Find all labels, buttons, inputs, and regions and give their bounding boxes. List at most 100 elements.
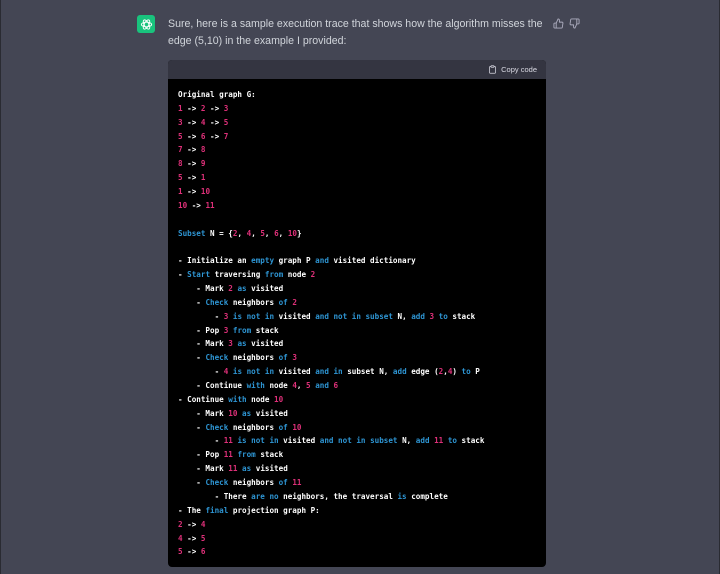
code-token: visited	[278, 436, 320, 446]
code-token: ->	[182, 533, 201, 543]
code-line: - Mark 2 as visited	[178, 282, 536, 296]
copy-code-label: Copy code	[501, 65, 537, 74]
code-token: - The	[178, 505, 206, 515]
code-token: to	[461, 367, 471, 377]
code-token: to	[438, 311, 448, 321]
code-token: ->	[182, 173, 201, 183]
code-token: neighbors	[228, 422, 279, 432]
code-line: 3 -> 4 -> 5	[178, 116, 536, 130]
code-token: add	[411, 311, 425, 321]
code-token: and not in	[319, 436, 366, 446]
code-token: ->	[187, 200, 206, 210]
code-line: - Check neighbors of 3	[178, 351, 536, 365]
code-token: Original graph G:	[178, 90, 256, 99]
code-line: 7 -> 8	[178, 143, 536, 157]
code-token: visited	[274, 367, 316, 377]
code-token: - There	[178, 491, 252, 501]
code-token: of	[278, 297, 288, 307]
code-token: neighbors	[228, 353, 279, 363]
code-line: - Continue with node 10	[178, 393, 536, 407]
thumbs-down-button[interactable]	[569, 16, 580, 34]
code-token: ->	[182, 117, 201, 127]
thumbs-up-button[interactable]	[553, 16, 564, 34]
code-token: 4	[200, 519, 206, 529]
code-line: - Mark 11 as visited	[178, 462, 536, 476]
code-token: as	[242, 408, 252, 418]
code-token: stack	[255, 450, 284, 460]
code-token: 10	[274, 394, 284, 404]
code-line: - Check neighbors of 2	[178, 296, 536, 310]
code-token: ,	[264, 228, 275, 238]
code-token: visited	[246, 284, 284, 294]
code-token: ->	[205, 117, 224, 127]
code-token: 11	[434, 436, 444, 446]
code-token: -	[178, 436, 224, 446]
code-token: ->	[182, 159, 201, 169]
code-token: 11	[223, 436, 233, 446]
code-token: ,	[296, 381, 307, 391]
code-token: stack	[447, 311, 476, 321]
code-token: final	[205, 505, 229, 515]
code-token: 8	[200, 145, 206, 155]
code-token: 5	[223, 117, 229, 127]
code-token: - Pop	[178, 325, 224, 335]
code-line: - 11 is not in visited and not in subset…	[178, 434, 536, 448]
code-line: 5 -> 6 -> 7	[178, 130, 536, 144]
thumbs-down-icon	[569, 18, 580, 29]
code-token: subset	[365, 311, 393, 321]
openai-logo-icon	[140, 18, 152, 30]
code-line: - The final projection graph P:	[178, 504, 536, 518]
code-line: - 3 is not in visited and not in subset …	[178, 310, 536, 324]
code-line: - Pop 3 from stack	[178, 324, 536, 338]
code-token: ,	[251, 228, 261, 238]
code-token: graph P	[274, 256, 316, 266]
code-line: 1 -> 10	[178, 185, 536, 199]
code-token: is not in	[232, 311, 275, 321]
code-line: 5 -> 1	[178, 171, 536, 185]
code-token: subset	[370, 436, 398, 446]
code-token: visited	[274, 311, 316, 321]
code-line: - Continue with node 4, 5 and 6	[178, 379, 536, 393]
code-line: 4 -> 5	[178, 532, 536, 546]
code-token: neighbors, the traversal	[278, 491, 398, 501]
code-token: ->	[182, 103, 201, 113]
code-token: ,	[237, 228, 247, 238]
code-token: Check	[205, 478, 229, 488]
code-token: 11	[223, 450, 233, 460]
code-token: and	[315, 256, 329, 266]
code-token: -	[178, 478, 206, 488]
code-token: visited	[246, 339, 284, 349]
code-line: 8 -> 9	[178, 157, 536, 171]
copy-code-button[interactable]: Copy code	[488, 65, 537, 74]
code-token: projection graph P:	[228, 505, 320, 515]
code-token: 3	[223, 103, 229, 113]
code-token: edge (	[406, 367, 439, 377]
code-line: - Check neighbors of 11	[178, 476, 536, 490]
code-token: 10	[178, 200, 188, 210]
code-line: - Start traversing from node 2	[178, 268, 536, 282]
code-token: ->	[182, 187, 201, 197]
clipboard-icon	[489, 65, 497, 74]
code-token: from	[232, 325, 252, 335]
code-token: of	[278, 478, 288, 488]
code-token: node	[246, 394, 275, 404]
code-token: ->	[182, 519, 201, 529]
code-token: node	[283, 270, 311, 280]
code-token: -	[178, 422, 206, 432]
code-token: node	[264, 381, 293, 391]
code-token: - Mark	[178, 408, 229, 418]
code-token: of	[278, 353, 288, 363]
chat-response-row: Sure, here is a sample execution trace t…	[0, 0, 720, 574]
code-token: as	[237, 284, 247, 294]
code-token: as	[242, 464, 252, 474]
code-line: 5 -> 6	[178, 545, 536, 559]
code-token: ,	[278, 228, 288, 238]
code-content: Original graph G: 1 -> 2 -> 33 -> 4 -> 55…	[168, 79, 546, 559]
code-token: of	[278, 422, 288, 432]
code-line: 2 -> 4	[178, 518, 536, 532]
code-token: -	[178, 367, 224, 377]
thumbs-up-icon	[553, 18, 564, 29]
code-token: stack	[251, 325, 279, 335]
code-token: ->	[182, 131, 201, 141]
code-line: - Mark 10 as visited	[178, 407, 536, 421]
